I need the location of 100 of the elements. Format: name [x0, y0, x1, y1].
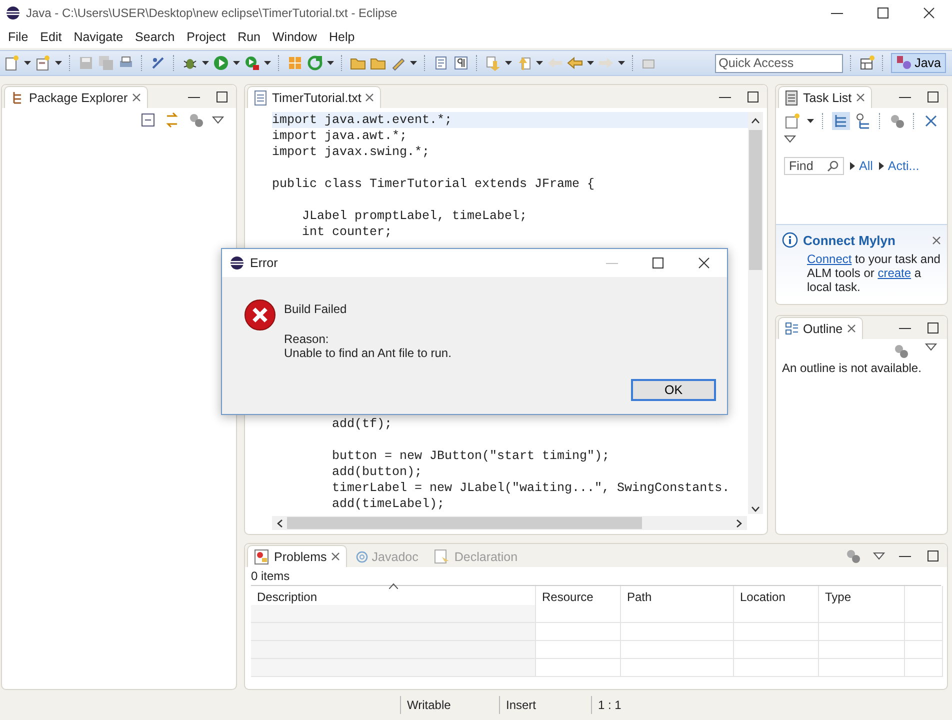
column-header[interactable]: Resource — [536, 586, 621, 605]
info-icon — [782, 232, 798, 248]
find-field[interactable]: Find — [784, 157, 844, 175]
gears-icon[interactable] — [889, 113, 905, 129]
gears-icon[interactable] — [893, 343, 909, 359]
view-menu-icon[interactable] — [212, 116, 224, 124]
declaration-icon — [434, 548, 450, 564]
close-icon[interactable] — [856, 93, 865, 102]
close-icon[interactable] — [132, 93, 141, 102]
maximize-icon[interactable] — [650, 255, 666, 271]
java-icon — [896, 55, 912, 71]
caret-icon[interactable] — [587, 61, 594, 65]
open-perspective-icon[interactable] — [858, 55, 875, 71]
close-icon[interactable] — [846, 324, 856, 333]
perspective-button[interactable]: Java — [890, 53, 946, 73]
table-cell — [905, 659, 943, 677]
maximize-icon[interactable] — [214, 89, 230, 105]
hide-completed-icon[interactable] — [923, 113, 939, 129]
down-arrow-small-icon[interactable] — [751, 505, 760, 514]
horizontal-scrollbar[interactable] — [272, 516, 747, 530]
window-title: Java - C:\Users\USER\Desktop\new eclipse\TimerTutorial.txt - Eclipse — [26, 6, 398, 20]
caret-icon[interactable] — [202, 61, 209, 65]
menu-item[interactable]: Project — [180, 30, 232, 44]
maximize-icon[interactable] — [925, 548, 941, 564]
maximize-icon[interactable] — [925, 320, 941, 336]
maximize-icon[interactable] — [745, 89, 761, 105]
menu-item[interactable]: Search — [129, 30, 181, 44]
caret-icon[interactable] — [24, 61, 31, 65]
view-menu-icon[interactable] — [925, 343, 937, 351]
menu-item[interactable]: Window — [266, 30, 323, 44]
item-count: 0 items — [250, 568, 291, 583]
code-line: timerLabel = new JLabel("waiting...", SwingConstants. — [331, 480, 731, 496]
sort-icon — [389, 583, 398, 589]
filter-link[interactable]: All — [850, 159, 873, 173]
left-arrow-small-icon[interactable] — [275, 519, 284, 528]
filter-link[interactable]: Acti... — [878, 159, 920, 173]
view-tab[interactable]: Problems — [247, 545, 347, 567]
empty-message: An outline is not available. — [781, 361, 922, 375]
caret-icon[interactable] — [264, 61, 271, 65]
pin-icon[interactable] — [150, 55, 166, 71]
column-header[interactable]: Path — [621, 586, 734, 605]
close-icon[interactable] — [365, 93, 374, 102]
maximize-icon[interactable] — [875, 5, 891, 21]
gears-icon[interactable] — [188, 112, 204, 128]
menu-item[interactable]: File — [2, 30, 34, 44]
up-arrow-small-icon[interactable] — [751, 116, 760, 125]
menu-item[interactable]: Help — [322, 30, 361, 44]
categorized-icon[interactable] — [832, 112, 850, 130]
notification-text: Connect to your task and ALM tools or create a local task. — [806, 252, 941, 294]
collapse-icon[interactable] — [140, 112, 156, 128]
paragraph-icon[interactable] — [453, 55, 469, 71]
scroll-thumb[interactable] — [287, 517, 642, 529]
close-icon[interactable] — [921, 5, 937, 21]
link-icon[interactable] — [164, 112, 180, 128]
new-task-icon[interactable] — [784, 113, 802, 129]
caret-icon[interactable] — [55, 61, 62, 65]
menu-icon[interactable] — [873, 552, 885, 560]
scroll-thumb[interactable] — [749, 130, 762, 270]
right-arrow-small-icon[interactable] — [735, 519, 744, 528]
view-tab[interactable]: TimerTutorial.txt — [247, 86, 382, 108]
menu-item[interactable]: Edit — [34, 30, 68, 44]
reason-label: Reason: — [284, 332, 330, 346]
triangle-icon — [850, 162, 855, 170]
code-line: JLabel promptLabel, timeLabel; — [301, 208, 528, 224]
column-header[interactable]: Location — [734, 586, 819, 605]
caret-icon[interactable] — [536, 61, 543, 65]
run-icon[interactable] — [213, 55, 229, 71]
caret-icon[interactable] — [505, 61, 512, 65]
caret-icon[interactable] — [327, 61, 334, 65]
page-icon[interactable] — [433, 55, 449, 71]
view-tab[interactable]: Outline — [778, 317, 863, 339]
scheduled-icon[interactable] — [855, 113, 871, 129]
table-cell — [905, 623, 943, 641]
text-file-icon — [254, 90, 268, 106]
ok-button[interactable]: OK — [631, 379, 716, 401]
new-package-icon[interactable] — [35, 55, 51, 71]
dialog-title: Error — [250, 256, 279, 270]
quick-access-field[interactable]: Quick Access — [714, 54, 843, 72]
view-tab[interactable]: Task List — [778, 86, 872, 108]
run-tool-icon[interactable] — [244, 55, 260, 71]
menu-item[interactable]: Run — [232, 30, 266, 44]
gears-icon[interactable] — [845, 548, 861, 564]
caret-icon[interactable] — [618, 61, 625, 65]
link[interactable]: create — [878, 266, 912, 280]
caret-icon[interactable] — [410, 61, 417, 65]
maximize-icon[interactable] — [925, 89, 941, 105]
menu-item[interactable]: Navigate — [68, 30, 130, 44]
search-icon[interactable] — [827, 160, 839, 172]
vertical-scrollbar[interactable] — [748, 112, 763, 514]
view-menu-icon[interactable] — [784, 135, 796, 143]
caret-icon[interactable] — [233, 61, 240, 65]
status-field: Insert — [499, 696, 591, 714]
column-header[interactable]: Type — [819, 586, 905, 605]
view-tab[interactable]: Package Explorer — [4, 86, 148, 108]
close-icon[interactable] — [696, 255, 712, 271]
caret-icon[interactable] — [807, 119, 814, 123]
code-line: public class TimerTutorial extends JFrame { — [272, 176, 596, 192]
close-icon[interactable] — [330, 552, 340, 561]
link[interactable]: Connect — [807, 252, 852, 266]
new-file-icon[interactable] — [4, 55, 20, 71]
